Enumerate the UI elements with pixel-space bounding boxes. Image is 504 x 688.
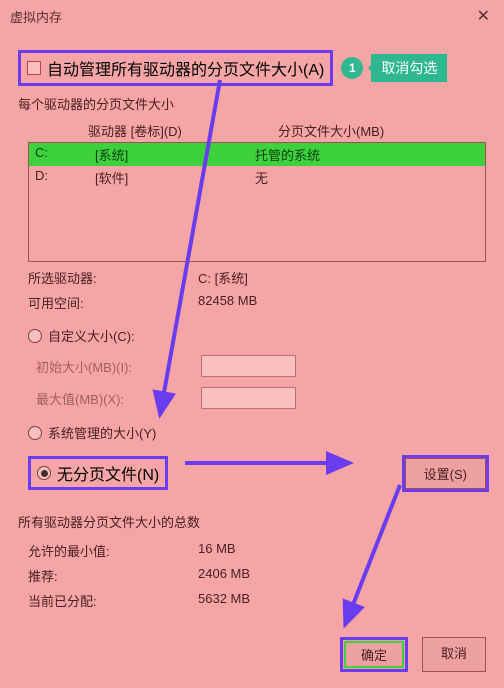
window-title: 虚拟内存	[10, 7, 62, 26]
radio-icon	[28, 426, 42, 440]
radio-custom-size[interactable]: 自定义大小(C):	[28, 326, 486, 345]
auto-manage-label: 自动管理所有驱动器的分页文件大小(A)	[47, 56, 324, 80]
rec-key: 推荐:	[28, 566, 198, 585]
close-icon[interactable]: ✕	[471, 6, 496, 26]
set-button[interactable]: 设置(S)	[405, 458, 486, 489]
totals-label: 所有驱动器分页文件大小的总数	[18, 512, 486, 531]
drives-list[interactable]: C:[系统]托管的系统D:[软件]无	[28, 142, 486, 262]
max-size-label: 最大值(MB)(X):	[36, 389, 201, 408]
radio-system-managed[interactable]: 系统管理的大小(Y)	[28, 423, 486, 442]
drive-row[interactable]: C:[系统]托管的系统	[29, 143, 485, 166]
drive-row[interactable]: D:[软件]无	[29, 166, 485, 189]
per-drive-label: 每个驱动器的分页文件大小	[18, 94, 486, 113]
annotation-tip: 取消勾选	[371, 54, 447, 82]
selected-drive-value: C: [系统]	[198, 268, 486, 287]
free-space-key: 可用空间:	[28, 293, 198, 312]
cur-value: 5632 MB	[198, 591, 486, 610]
free-space-value: 82458 MB	[198, 293, 486, 312]
selected-drive-key: 所选驱动器:	[28, 268, 198, 287]
min-key: 允许的最小值:	[28, 541, 198, 560]
radio-no-paging-file[interactable]: 无分页文件(N)	[28, 456, 168, 490]
initial-size-input[interactable]	[201, 355, 296, 377]
min-value: 16 MB	[198, 541, 486, 560]
radio-system-label: 系统管理的大小(Y)	[48, 423, 156, 442]
checkbox-icon	[27, 61, 41, 75]
initial-size-label: 初始大小(MB)(I):	[36, 357, 201, 376]
radio-icon	[28, 329, 42, 343]
col-header-drive: 驱动器 [卷标](D)	[88, 121, 278, 140]
cancel-button[interactable]: 取消	[422, 637, 486, 672]
cur-key: 当前已分配:	[28, 591, 198, 610]
col-header-size: 分页文件大小(MB)	[278, 121, 486, 140]
auto-manage-checkbox-group[interactable]: 自动管理所有驱动器的分页文件大小(A)	[18, 50, 333, 86]
rec-value: 2406 MB	[198, 566, 486, 585]
max-size-input[interactable]	[201, 387, 296, 409]
radio-none-label: 无分页文件(N)	[57, 461, 159, 485]
ok-button[interactable]: 确定	[340, 637, 408, 672]
annotation-badge-1: 1	[341, 57, 363, 79]
radio-custom-label: 自定义大小(C):	[48, 326, 135, 345]
radio-icon	[37, 466, 51, 480]
